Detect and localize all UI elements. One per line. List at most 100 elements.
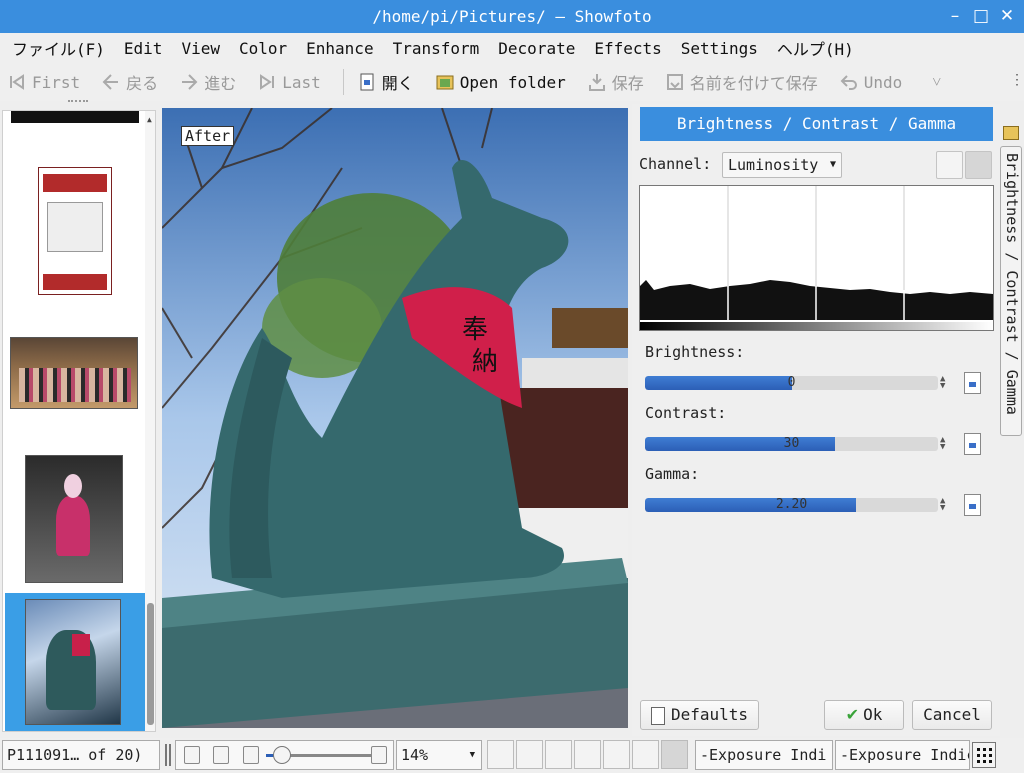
menu-file[interactable]: ファイル(F) [12,36,105,60]
gamma-slider[interactable]: 2.20 [645,498,938,512]
thumbnail-partial[interactable] [11,111,139,123]
brightness-label: Brightness: [645,343,745,361]
menu-enhance[interactable]: Enhance [306,39,373,58]
side-tab-bcg[interactable]: Brightness / Contrast / Gamma [1000,146,1022,436]
status-grip-icon[interactable] [165,744,171,766]
ok-button[interactable]: ✔ Ok [824,700,904,730]
chevron-down-icon: ▼ [829,159,836,170]
grid-icon[interactable] [972,742,996,768]
open-folder-button[interactable]: Open folder [436,73,566,92]
menu-help[interactable]: ヘルプ(H) [777,36,854,60]
gamma-value: 2.20 [775,498,808,512]
brightness-reset-icon[interactable] [964,372,981,394]
thumbnail-flyer[interactable] [38,167,112,295]
brightness-slider[interactable]: 0 [645,376,938,390]
doll-head-graphic [64,474,82,498]
linear-scale-button[interactable] [936,151,963,179]
save-as-button[interactable]: 名前を付けて保存 [666,70,818,94]
image-canvas[interactable]: 奉 納 [162,108,628,728]
menu-edit[interactable]: Edit [124,39,163,58]
document-icon [650,706,665,725]
exposure-indicator-under[interactable]: -Exposure Indi [695,740,833,770]
file-info-status: P111091… of 20) [2,740,160,770]
zoom-100-icon[interactable] [213,746,229,764]
defaults-button[interactable]: Defaults [640,700,759,730]
menu-view[interactable]: View [181,39,220,58]
bib-glyph-1: 奉 [462,315,488,345]
menu-decorate[interactable]: Decorate [498,39,575,58]
zoom-slider-handle[interactable] [273,746,291,764]
contrast-spin-arrows[interactable]: ▲ ▼ [940,436,945,452]
channel-label: Channel: [639,155,712,173]
toolbar-overflow-icon[interactable]: ⋮ [1010,72,1024,88]
thumbnail-group-photo[interactable] [10,337,138,409]
forward-button[interactable]: 進む [180,70,236,94]
zoom-in-icon[interactable] [371,746,387,764]
contrast-slider[interactable]: 30 [645,437,938,451]
cancel-button[interactable]: Cancel [912,700,992,730]
brightness-spin-arrows[interactable]: ▲ ▼ [940,375,945,391]
status-toggle-5[interactable] [603,740,630,769]
save-icon [588,74,605,91]
zoom-out-icon[interactable] [243,746,259,764]
status-toggle-3[interactable] [545,740,572,769]
close-button[interactable]: ✕ [994,0,1020,33]
zoom-select[interactable]: 14% ▼ [396,740,482,770]
scroll-up-icon[interactable]: ▲ [147,115,152,124]
toolbar-separator [342,69,344,95]
menu-bar: ファイル(F) Edit View Color Enhance Transfor… [0,33,1024,63]
thumbnail-doll[interactable] [25,455,123,583]
contrast-label: Contrast: [645,404,727,422]
fox-bib-thumb-graphic [72,634,90,656]
status-toggle-4[interactable] [574,740,601,769]
maximize-button[interactable]: □ [968,0,994,33]
undo-button[interactable]: Undo [840,73,902,92]
undo-dropdown-button[interactable]: ˅ [932,72,941,92]
back-arrow-icon [102,74,119,90]
menu-color[interactable]: Color [239,39,287,58]
menu-effects[interactable]: Effects [594,39,661,58]
status-toggle-6[interactable] [632,740,659,769]
flyer-body-graphic [47,202,103,252]
log-scale-button[interactable] [965,151,992,179]
panel-grip-handle[interactable] [68,100,88,104]
status-toggle-2[interactable] [516,740,543,769]
forward-arrow-icon [182,74,198,90]
open-button[interactable]: 開く [358,70,414,94]
main-toolbar: First 戻る 進む Last 開く Open folder 保存 名前を付け… [0,63,1024,101]
bib-glyph-2: 納 [472,347,498,377]
thumbnail-scrollbar[interactable]: ▲ [145,111,155,731]
minimize-button[interactable]: – [942,0,968,33]
chevron-down-icon: ▼ [469,750,475,760]
thumbnail-fox-statue[interactable] [25,599,121,725]
gamma-label: Gamma: [645,465,700,483]
tool-title: Brightness / Contrast / Gamma [640,107,993,141]
menu-settings[interactable]: Settings [681,39,758,58]
gamma-spin-arrows[interactable]: ▲ ▼ [940,497,945,513]
status-toggle-1[interactable] [487,740,514,769]
scrollbar-thumb[interactable] [147,603,154,725]
back-button[interactable]: 戻る [102,70,158,94]
doll-graphic [56,496,90,556]
status-toggle-7[interactable] [661,740,688,769]
folder-image-icon [436,75,454,90]
thumbnail-strip: ▲ [2,110,156,732]
fox-statue-photo: 奉 納 [162,108,628,728]
contrast-reset-icon[interactable] [964,433,981,455]
first-button[interactable]: First [8,73,80,92]
menu-transform[interactable]: Transform [393,39,480,58]
exposure-indicator-over[interactable]: -Exposure Indic [835,740,970,770]
gamma-reset-icon[interactable] [964,494,981,516]
undo-icon [840,75,857,90]
fit-to-window-icon[interactable] [184,746,200,764]
contrast-value: 30 [783,437,800,451]
save-as-icon [666,74,683,90]
window-title: /home/pi/Pictures/ — Showfoto [0,0,1024,33]
folder-icon[interactable] [1003,126,1019,140]
save-button[interactable]: 保存 [588,70,644,94]
last-button[interactable]: Last [258,73,321,92]
flyer-footer-graphic [43,274,107,290]
channel-select[interactable]: Luminosity ▼ [722,152,842,178]
open-file-icon [360,73,374,91]
flyer-header-graphic [43,174,107,192]
